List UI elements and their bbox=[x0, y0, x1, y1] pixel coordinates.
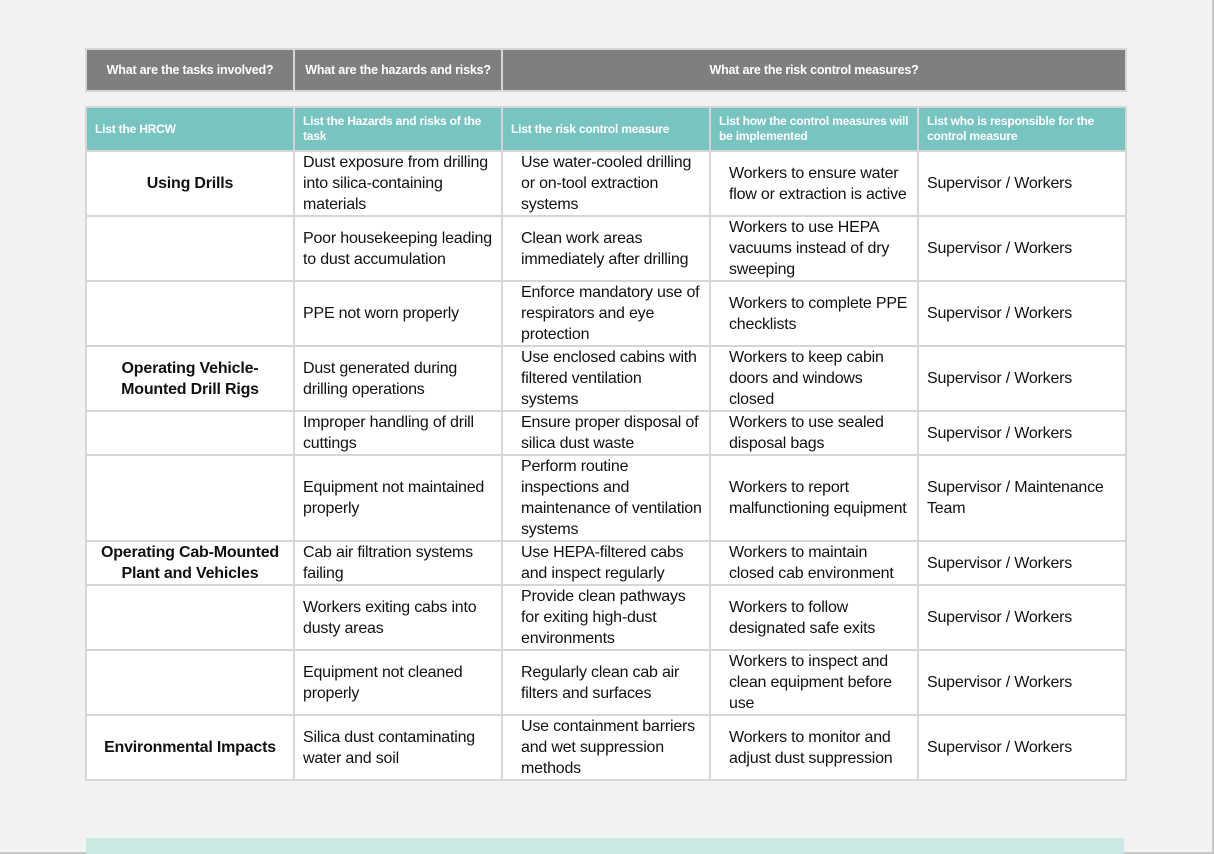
responsible-cell: Supervisor / Workers bbox=[917, 410, 1127, 456]
implementation-cell: Workers to maintain closed cab environme… bbox=[709, 540, 919, 586]
hazard-cell: Improper handling of drill cuttings bbox=[293, 410, 503, 456]
column-header-control: List the risk control measure bbox=[501, 106, 711, 152]
table-row: Operating Cab-Mounted Plant and Vehicles… bbox=[85, 540, 1127, 586]
implementation-cell: Workers to use HEPA vacuums instead of d… bbox=[709, 215, 919, 282]
task-cell bbox=[85, 584, 295, 651]
responsible-cell: Supervisor / Workers bbox=[917, 649, 1127, 716]
column-header-responsible: List who is responsible for the control … bbox=[917, 106, 1127, 152]
table-row: PPE not worn properly Enforce mandatory … bbox=[85, 280, 1127, 347]
hazard-cell: Poor housekeeping leading to dust accumu… bbox=[293, 215, 503, 282]
responsible-cell: Supervisor / Workers bbox=[917, 345, 1127, 412]
control-cell: Clean work areas immediately after drill… bbox=[501, 215, 711, 282]
responsible-cell: Supervisor / Workers bbox=[917, 150, 1127, 217]
column-header-row: List the HRCW List the Hazards and risks… bbox=[85, 106, 1127, 152]
responsible-cell: Supervisor / Maintenance Team bbox=[917, 454, 1127, 542]
implementation-cell: Workers to report malfunctioning equipme… bbox=[709, 454, 919, 542]
section-header-table: What are the tasks involved? What are th… bbox=[85, 48, 1127, 92]
control-cell: Use water-cooled drilling or on-tool ext… bbox=[501, 150, 711, 217]
implementation-cell: Workers to complete PPE checklists bbox=[709, 280, 919, 347]
table-row: Equipment not maintained properly Perfor… bbox=[85, 454, 1127, 542]
control-cell: Ensure proper disposal of silica dust wa… bbox=[501, 410, 711, 456]
task-cell bbox=[85, 410, 295, 456]
column-header-hazards: List the Hazards and risks of the task bbox=[293, 106, 503, 152]
responsible-cell: Supervisor / Workers bbox=[917, 584, 1127, 651]
column-header-implementation: List how the control measures will be im… bbox=[709, 106, 919, 152]
implementation-cell: Workers to use sealed disposal bags bbox=[709, 410, 919, 456]
hazard-cell: Workers exiting cabs into dusty areas bbox=[293, 584, 503, 651]
column-header-hrcw: List the HRCW bbox=[85, 106, 295, 152]
control-cell: Provide clean pathways for exiting high-… bbox=[501, 584, 711, 651]
task-cell bbox=[85, 215, 295, 282]
hazard-cell: Dust exposure from drilling into silica-… bbox=[293, 150, 503, 217]
responsible-cell: Supervisor / Workers bbox=[917, 540, 1127, 586]
header-tasks-involved: What are the tasks involved? bbox=[85, 48, 295, 92]
hazard-cell: Silica dust contaminating water and soil bbox=[293, 714, 503, 781]
task-cell: Operating Vehicle-Mounted Drill Rigs bbox=[85, 345, 295, 412]
task-cell: Operating Cab-Mounted Plant and Vehicles bbox=[85, 540, 295, 586]
hazard-cell: PPE not worn properly bbox=[293, 280, 503, 347]
control-cell: Use HEPA-filtered cabs and inspect regul… bbox=[501, 540, 711, 586]
hazard-cell: Dust generated during drilling operation… bbox=[293, 345, 503, 412]
next-table-header-band bbox=[86, 838, 1124, 854]
control-cell: Use containment barriers and wet suppres… bbox=[501, 714, 711, 781]
task-cell: Using Drills bbox=[85, 150, 295, 217]
control-cell: Regularly clean cab air filters and surf… bbox=[501, 649, 711, 716]
implementation-cell: Workers to ensure water flow or extracti… bbox=[709, 150, 919, 217]
hazard-cell: Equipment not maintained properly bbox=[293, 454, 503, 542]
responsible-cell: Supervisor / Workers bbox=[917, 280, 1127, 347]
table-row: Workers exiting cabs into dusty areas Pr… bbox=[85, 584, 1127, 651]
task-cell bbox=[85, 454, 295, 542]
table-row: Operating Vehicle-Mounted Drill Rigs Dus… bbox=[85, 345, 1127, 412]
table-row: Improper handling of drill cuttings Ensu… bbox=[85, 410, 1127, 456]
table-row: Environmental Impacts Silica dust contam… bbox=[85, 714, 1127, 781]
hazard-cell: Cab air filtration systems failing bbox=[293, 540, 503, 586]
implementation-cell: Workers to follow designated safe exits bbox=[709, 584, 919, 651]
risk-assessment-table: List the HRCW List the Hazards and risks… bbox=[85, 106, 1127, 781]
task-cell bbox=[85, 649, 295, 716]
table-row: Poor housekeeping leading to dust accumu… bbox=[85, 215, 1127, 282]
header-risk-control-measures: What are the risk control measures? bbox=[501, 48, 1127, 92]
control-cell: Enforce mandatory use of respirators and… bbox=[501, 280, 711, 347]
task-cell: Environmental Impacts bbox=[85, 714, 295, 781]
responsible-cell: Supervisor / Workers bbox=[917, 215, 1127, 282]
hazard-cell: Equipment not cleaned properly bbox=[293, 649, 503, 716]
table-row: Using Drills Dust exposure from drilling… bbox=[85, 150, 1127, 217]
implementation-cell: Workers to keep cabin doors and windows … bbox=[709, 345, 919, 412]
implementation-cell: Workers to monitor and adjust dust suppr… bbox=[709, 714, 919, 781]
control-cell: Perform routine inspections and maintena… bbox=[501, 454, 711, 542]
table-row: Equipment not cleaned properly Regularly… bbox=[85, 649, 1127, 716]
responsible-cell: Supervisor / Workers bbox=[917, 714, 1127, 781]
task-cell bbox=[85, 280, 295, 347]
implementation-cell: Workers to inspect and clean equipment b… bbox=[709, 649, 919, 716]
section-header-row: What are the tasks involved? What are th… bbox=[85, 48, 1127, 92]
header-hazards-risks: What are the hazards and risks? bbox=[293, 48, 503, 92]
control-cell: Use enclosed cabins with filtered ventil… bbox=[501, 345, 711, 412]
